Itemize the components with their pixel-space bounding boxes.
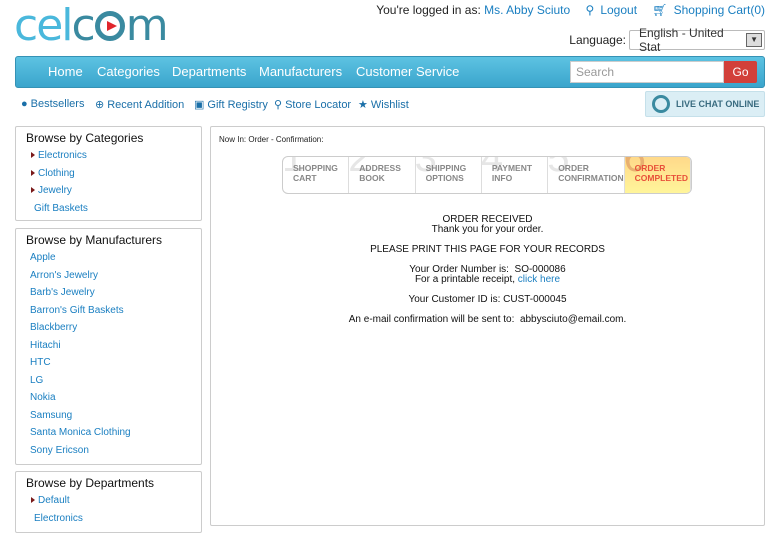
email-line: An e-mail confirmation will be sent to: … (348, 314, 627, 325)
category-electronics[interactable]: Electronics (16, 147, 201, 165)
department-electronics[interactable]: Electronics (16, 510, 201, 528)
step-label: PAYMENT INFO (491, 163, 533, 183)
logged-in-label: You're logged in as: (376, 3, 481, 17)
categories-title: Browse by Categories (26, 131, 144, 145)
bestsellers-link[interactable]: ● Bestsellers (21, 98, 84, 110)
print-notice: PLEASE PRINT THIS PAGE FOR YOUR RECORDS (370, 244, 605, 255)
manufacturer-link[interactable]: Hitachi (16, 337, 201, 355)
manufacturer-link[interactable]: Sony Ericson (16, 442, 201, 460)
step-label: ORDER CONFIRMATION (558, 163, 624, 183)
nav-home[interactable]: Home (48, 64, 83, 79)
step-label: ADDRESS BOOK (359, 163, 401, 183)
checkout-step-1: 1 SHOPPING CART (282, 156, 350, 193)
manufacturer-link[interactable]: HTC (16, 354, 201, 372)
category-clothing[interactable]: Clothing (16, 165, 201, 183)
manufacturer-link[interactable]: Nokia (16, 389, 201, 407)
key-icon: ⚲ (585, 3, 595, 17)
search-go-button[interactable]: Go (724, 61, 757, 83)
nav-customer-service[interactable]: Customer Service (356, 64, 459, 79)
manufacturers-title: Browse by Manufacturers (26, 233, 163, 247)
departments-title: Browse by Departments (26, 476, 155, 490)
user-link[interactable]: Ms. Abby Sciuto (484, 3, 570, 17)
manufacturer-link[interactable]: Barron's Gift Baskets (16, 302, 201, 320)
nav-categories[interactable]: Categories (97, 64, 160, 79)
language-selector: Language: English - United Stat ▼ (569, 26, 765, 54)
store-locator-link[interactable]: ⚲ Store Locator (274, 98, 351, 111)
departments-box: Browse by Departments Default Electronic… (15, 471, 202, 533)
manufacturer-link[interactable]: Blackberry (16, 319, 201, 337)
checkout-step-2: 2 ADDRESS BOOK (348, 156, 416, 193)
department-default[interactable]: Default (16, 492, 201, 510)
nav-departments[interactable]: Departments (172, 64, 246, 79)
step-number: 5 (547, 156, 570, 180)
manufacturer-link[interactable]: Samsung (16, 407, 201, 425)
live-chat-button[interactable]: LIVE CHAT ONLINE (645, 91, 765, 117)
customer-id-line: Your Customer ID is: CUST-000045 (408, 294, 567, 305)
celcom-logo[interactable]: celc m (14, 4, 169, 48)
manufacturer-link[interactable]: Apple (16, 249, 201, 267)
checkout-step-6: 6 ORDER COMPLETED (623, 156, 691, 193)
step-number: 4 (480, 156, 504, 180)
step-number: 2 (348, 156, 371, 180)
language-label: Language: (569, 33, 626, 47)
wishlist-link[interactable]: ★ Wishlist (358, 98, 409, 111)
step-label: SHOPPING CART (293, 163, 338, 183)
main-nav: Home Categories Departments Manufacturer… (15, 56, 765, 88)
receipt-line: For a printable receipt, click here (414, 274, 561, 285)
search-input[interactable]: Search (570, 61, 724, 83)
manufacturer-link[interactable]: Arron's Jewelry (16, 267, 201, 285)
account-bar: You're logged in as: Ms. Abby Sciuto ⚲ Lo… (370, 3, 765, 17)
manufacturer-link[interactable]: Santa Monica Clothing (16, 424, 201, 442)
recent-addition-link[interactable]: ⊕ Recent Addition (95, 98, 184, 111)
category-jewelry[interactable]: Jewelry (16, 182, 201, 200)
tag-icon: ● (21, 98, 28, 110)
breadcrumb: Now In: Order - Confirmation: (219, 135, 324, 144)
shopping-cart-link[interactable]: 🛒︎ Shopping Cart(0) (646, 3, 765, 17)
language-select[interactable]: English - United Stat ▼ (629, 26, 765, 54)
plus-circle-icon: ⊕ (95, 99, 105, 111)
step-number: 6 (623, 156, 646, 180)
categories-box: Browse by Categories Electronics Clothin… (15, 126, 202, 221)
checkout-step-5: 5 ORDER CONFIRMATION (547, 156, 625, 193)
manufacturers-box: Browse by Manufacturers Apple Arron's Jew… (15, 228, 202, 465)
thanks-text: Thank you for your order. (431, 224, 544, 235)
gift-registry-link[interactable]: ▣ Gift Registry (194, 98, 268, 111)
nav-manufacturers[interactable]: Manufacturers (259, 64, 342, 79)
manufacturer-link[interactable]: LG (16, 372, 201, 390)
main-content: Now In: Order - Confirmation: 1 SHOPPING C… (210, 126, 765, 526)
cart-icon: 🛒︎ (652, 3, 668, 17)
logout-link[interactable]: ⚲ Logout (580, 3, 638, 17)
customer-id: CUST-000045 (503, 294, 567, 305)
dropdown-arrow-icon[interactable]: ▼ (746, 33, 762, 47)
printable-receipt-link[interactable]: click here (518, 274, 560, 285)
chat-bubble-icon (652, 95, 670, 113)
manufacturer-link[interactable]: Barb's Jewelry (16, 284, 201, 302)
category-gift-baskets[interactable]: Gift Baskets (16, 200, 201, 218)
step-label: ORDER COMPLETED (634, 163, 689, 183)
map-marker-icon: ⚲ (274, 99, 283, 111)
checkout-step-4: 4 PAYMENT INFO (480, 156, 549, 193)
checkout-progress: 1 SHOPPING CART 2 ADDRESS BOOK 3 SHIPPING OPTION… (282, 156, 692, 194)
step-number: 3 (414, 156, 437, 180)
star-icon: ★ (358, 99, 368, 111)
step-number: 1 (282, 156, 305, 180)
step-label: SHIPPING OPTIONS (425, 163, 467, 183)
gift-icon: ▣ (194, 99, 205, 111)
email: abbysciuto@email.com. (519, 314, 627, 325)
checkout-step-3: 3 SHIPPING OPTIONS (414, 156, 482, 193)
